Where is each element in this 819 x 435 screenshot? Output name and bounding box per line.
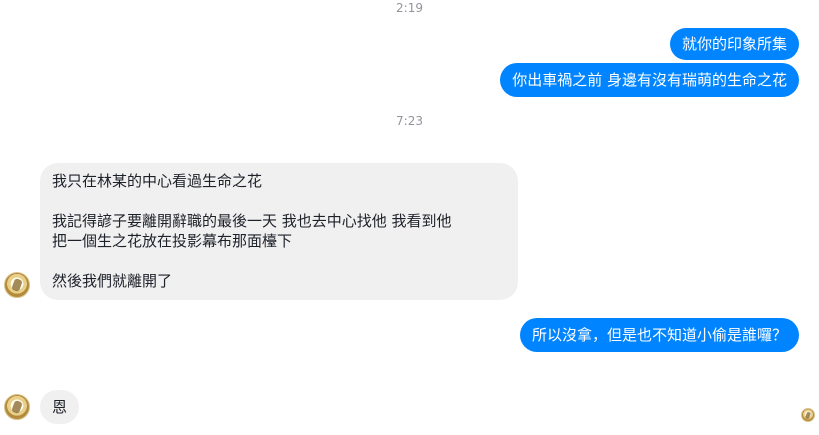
timestamp: 7:23 <box>396 114 423 128</box>
message-paragraph: 然後我們就離開了 <box>52 272 173 290</box>
message-paragraph: 把一個生之花放在投影幕布那面檯下 <box>52 232 293 250</box>
outgoing-message[interactable]: 所以沒拿，但是也不知道小偷是誰囉？ <box>519 318 799 352</box>
contact-avatar[interactable] <box>4 272 30 298</box>
message-paragraph: 我記得諺子要離開辭職的最後一天 我也去中心找他 我看到他 <box>52 212 452 230</box>
message-paragraph: 我只在林某的中心看過生命之花 <box>52 172 263 190</box>
chat-window: { "conversation": { "timestamps": ["2:19… <box>0 0 819 435</box>
incoming-message[interactable]: 我只在林某的中心看過生命之花 我記得諺子要離開辭職的最後一天 我也去中心找他 我… <box>40 163 518 300</box>
read-receipt-avatar <box>801 408 815 422</box>
incoming-message[interactable]: 恩 <box>40 390 80 424</box>
outgoing-message[interactable]: 你出車禍之前 身邊有沒有瑞萌的生命之花 <box>500 63 799 97</box>
contact-avatar[interactable] <box>4 394 30 420</box>
timestamp: 2:19 <box>396 1 423 15</box>
outgoing-message[interactable]: 就你的印象所集 <box>669 28 799 60</box>
